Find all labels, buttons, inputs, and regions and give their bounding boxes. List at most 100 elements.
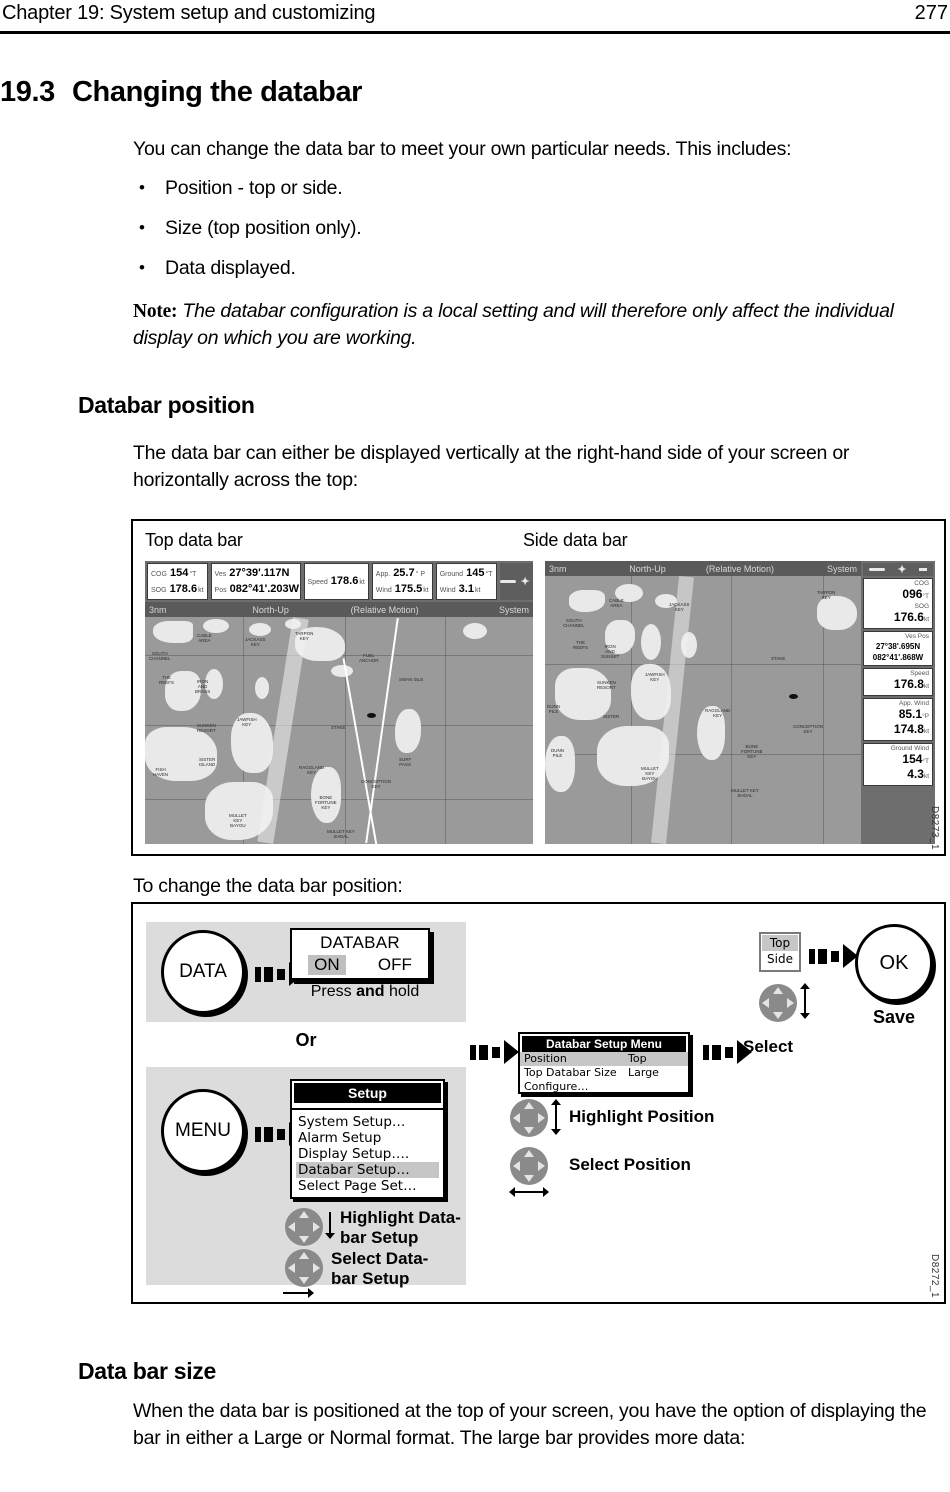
trackpad-select-position-icon[interactable] — [510, 1147, 548, 1185]
figure-databar-position-flow: DATA DATABAR ON OFF Press and hold Or ME… — [131, 902, 946, 1304]
value-cog: 154 — [169, 566, 189, 579]
menu-item-databar-setup[interactable]: Databar Setup… — [296, 1162, 439, 1178]
side-cell-vessel-position: Ves Pos 27°38'.695N 082°41'.868W — [863, 631, 933, 666]
databar-cell-cog-sog: COG 154 °T SOG 178.6 kt — [147, 563, 208, 600]
data-key-button[interactable]: DATA — [161, 930, 245, 1014]
arrow-right-icon — [283, 1288, 314, 1298]
label-wind2: Wind — [439, 586, 456, 594]
value-ground-wind-dir-number: 154 — [902, 752, 923, 766]
unit-cog: °T — [189, 570, 197, 578]
value-latitude: 27°39'.117N — [229, 566, 290, 579]
side-cell-speed: Speed 176.8kt — [863, 668, 933, 696]
section-heading: 19.3 Changing the databar — [0, 76, 950, 109]
value-ground-wind-speed: 3.1 — [458, 582, 474, 595]
heading-data-bar-size: Data bar size — [78, 1358, 216, 1384]
position-option-top[interactable]: Top — [762, 935, 798, 951]
menu-item-system-setup[interactable]: System Setup… — [296, 1114, 439, 1130]
databar-setup-menu-panel: Databar Setup Menu Position Top Top Data… — [518, 1032, 690, 1094]
chapter-title: Chapter 19: System setup and customizing — [2, 2, 376, 24]
menu-key-button[interactable]: MENU — [161, 1089, 245, 1173]
figure-id-flow: D8272_1 — [929, 1253, 940, 1298]
databar-setup-row-configure[interactable]: Configure… — [520, 1080, 688, 1094]
trackpad-select-databar-setup-icon[interactable] — [285, 1249, 323, 1287]
row-value-top-size: Large — [628, 1066, 659, 1079]
caption-side-data-bar: Side data bar — [523, 530, 628, 550]
section-title: Changing the databar — [72, 76, 363, 108]
trackpad-select-icon[interactable] — [759, 984, 797, 1022]
databar-cell-speed: Speed 178.6 kt — [303, 563, 369, 600]
value-ground-wind-speed: 4.3kt — [867, 768, 929, 783]
menu-item-alarm-setup[interactable]: Alarm Setup — [296, 1130, 439, 1146]
value-ground-wind-speed-number: 4.3 — [907, 767, 924, 781]
data-bar-size-description: When the data bar is positioned at the t… — [133, 1400, 927, 1449]
value-cog-number: 096 — [902, 587, 923, 601]
value-app-wind-angle: 25.7 — [393, 566, 415, 579]
databar-popup-title: DATABAR — [320, 933, 400, 952]
label-ground: Ground — [439, 570, 464, 578]
vessel-icon — [499, 580, 516, 583]
ok-key-button[interactable]: OK — [855, 924, 933, 1002]
value-longitude: 082°41'.203W — [229, 582, 300, 595]
position-selector[interactable]: Top Side — [759, 932, 801, 972]
label-app: App. — [375, 570, 391, 578]
label-select-databar-setup: Select Data- bar Setup — [331, 1249, 461, 1289]
databar-toggle-popup: DATABAR ON OFF — [290, 928, 430, 980]
status-orientation: North-Up — [252, 604, 289, 615]
trackpad-highlight-databar-setup-icon[interactable] — [285, 1208, 323, 1246]
menu-item-select-page-set[interactable]: Select Page Set… — [296, 1178, 439, 1194]
unit-app-wind-angle: °P — [922, 713, 929, 720]
side-databar-filler — [863, 788, 933, 842]
setup-menu-panel: Setup System Setup… Alarm Setup Display … — [290, 1079, 445, 1199]
note-text: The databar configuration is a local set… — [133, 300, 894, 349]
value-sog: 176.6kt — [867, 611, 929, 626]
label-line-2: bar Setup — [331, 1269, 410, 1288]
unit-ground-wind-speed: kt — [923, 773, 929, 780]
value-speed: 176.8kt — [867, 678, 929, 693]
value-speed-number: 176.8 — [893, 677, 924, 691]
setup-menu-title: Setup — [294, 1083, 441, 1103]
row-label-configure: Configure… — [524, 1080, 589, 1093]
label-line-1: Highlight Data- — [340, 1208, 461, 1227]
status-range: 3nm — [549, 563, 567, 574]
label-pos: Pos — [214, 586, 227, 594]
menu-item-display-setup[interactable]: Display Setup…. — [296, 1146, 439, 1162]
unit-speed: kt — [359, 578, 365, 586]
databar-option-on[interactable]: ON — [308, 955, 346, 975]
label-highlight-position: Highlight Position — [569, 1107, 715, 1126]
waypoint-icon: ✦ — [897, 564, 907, 576]
label-line-2: bar Setup — [340, 1228, 419, 1247]
label-wind: Wind — [375, 586, 392, 594]
value-latitude: 27°38'.695N — [875, 642, 921, 651]
status-motion: (Relative Motion) — [705, 563, 774, 574]
value-speed: 178.6 — [330, 574, 359, 587]
list-item: Data displayed. — [133, 257, 733, 279]
unit-app-wind-speed: kt — [423, 586, 429, 594]
databar-setup-row-top-size[interactable]: Top Databar Size Large — [520, 1066, 688, 1080]
status-system: System — [498, 604, 529, 615]
feature-bullet-list: Position - top or side. Size (top positi… — [133, 177, 733, 298]
value-app-wind-speed-number: 174.8 — [893, 722, 924, 736]
status-strip-side: 3nm North-Up (Relative Motion) System — [545, 561, 861, 576]
arrow-to-ok-key — [809, 944, 858, 968]
header-divider — [0, 31, 950, 34]
page-header: Chapter 19: System setup and customizing… — [0, 0, 950, 34]
chart-canvas-side: SOUTH CHANNEL CABLE AREA JACKASS KEY TARPON… — [545, 575, 861, 844]
unit-app-wind-angle: ° P — [415, 570, 426, 578]
value-ground-wind-dir: 145 — [466, 566, 485, 579]
position-option-side[interactable]: Side — [762, 951, 798, 967]
row-label-position: Position — [524, 1052, 567, 1065]
setup-menu-torn-edge — [292, 1103, 443, 1114]
chartplotter-screen-side-databar: 3nm North-Up (Relative Motion) System SO… — [545, 561, 935, 844]
databar-cell-ground-wind: Ground 145 °T Wind 3.1 kt — [435, 563, 497, 600]
value-cog: 096°T — [867, 588, 929, 603]
side-cell-apparent-wind: App. Wind 85.1°P 174.8kt — [863, 698, 933, 741]
status-motion: (Relative Motion) — [350, 604, 419, 615]
databar-setup-row-position[interactable]: Position Top — [520, 1052, 688, 1066]
or-label: Or — [295, 1030, 317, 1050]
databar-option-off[interactable]: OFF — [378, 955, 412, 975]
unit-cog: °T — [922, 593, 929, 600]
trackpad-highlight-position-icon[interactable] — [510, 1099, 548, 1137]
value-sog-number: 176.6 — [893, 610, 924, 624]
label-speed: Speed — [307, 578, 328, 586]
value-app-wind-speed: 174.8kt — [867, 723, 929, 738]
